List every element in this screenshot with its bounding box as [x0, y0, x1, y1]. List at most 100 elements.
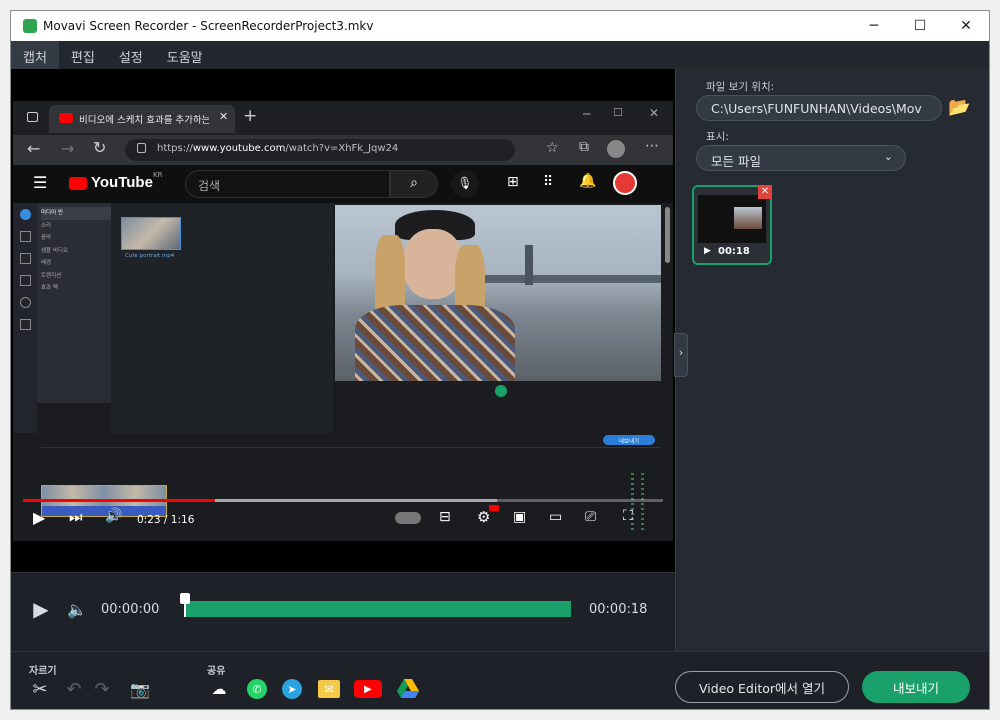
browser-menu-icon[interactable]: ⋯: [645, 138, 659, 154]
close-button[interactable]: ✕: [943, 11, 989, 41]
telegram-icon[interactable]: ➤: [282, 679, 302, 699]
whatsapp-icon[interactable]: ✆: [247, 679, 267, 699]
tab-actions-icon[interactable]: [27, 112, 38, 122]
delete-thumbnail-button[interactable]: ✕: [758, 185, 772, 199]
snapshot-icon[interactable]: 📷: [127, 678, 153, 700]
back-icon[interactable]: ←: [27, 139, 40, 158]
show-label: 표시:: [706, 131, 729, 143]
location-label: 파일 보기 위치:: [706, 81, 775, 93]
inner-timeline: 내보내기: [13, 433, 661, 541]
forward-icon[interactable]: →: [61, 139, 74, 158]
inner-panel-item: 트랜지션: [41, 272, 62, 279]
menu-settings[interactable]: 설정: [107, 41, 155, 69]
youtube-search-input[interactable]: 검색: [185, 170, 390, 198]
tab-close-icon[interactable]: ✕: [219, 110, 228, 123]
menu-capture[interactable]: 캡처: [11, 41, 59, 69]
inner-clip-thumbnail: [121, 217, 181, 250]
subtitles-icon[interactable]: ⊟: [439, 509, 451, 525]
miniplayer-icon[interactable]: ▣: [513, 509, 526, 525]
bottom-toolbar: 자르기 ✂ ↶ ↷ 📷 공유 ☁ ✆ ➤ ✉ ▶ Video Editor에서 …: [11, 651, 989, 709]
inner-tool-icon: [20, 231, 31, 242]
theater-icon[interactable]: ▭: [549, 509, 562, 525]
favorites-icon[interactable]: ☆: [546, 140, 559, 156]
menu-edit[interactable]: 편집: [59, 41, 107, 69]
inner-panel-item: 음악: [41, 235, 52, 241]
open-in-editor-button[interactable]: Video Editor에서 열기: [675, 671, 849, 703]
profile-avatar[interactable]: [607, 140, 625, 158]
timeline-playhead: [184, 603, 186, 617]
maximize-button[interactable]: ☐: [897, 11, 943, 41]
inner-tool-icon: [20, 253, 31, 264]
redo-icon[interactable]: ↷: [91, 678, 113, 700]
youtube-logo-text[interactable]: YouTube: [91, 174, 153, 191]
inner-clip-label: Cute portrait.mp4: [125, 253, 175, 259]
collections-icon[interactable]: ⧉: [579, 139, 589, 155]
browser-url-row: ← → ↻ https://www.youtube.com/watch?v=Xh…: [13, 135, 673, 165]
chevron-down-icon: ⌄: [883, 150, 893, 163]
hd-badge: [489, 505, 499, 511]
inner-tool-icon: [20, 275, 31, 286]
youtube-video[interactable]: 미디어 빈 소리 음악 샘플 비디오 배경 트랜지션 효과 팩 Cute portrait.…: [13, 203, 673, 541]
timeline-track[interactable]: [185, 601, 571, 617]
new-tab-button[interactable]: +: [243, 106, 257, 126]
thumbnail-preview: [734, 207, 762, 229]
inner-play-icon: [495, 385, 507, 397]
export-button[interactable]: 내보내기: [862, 671, 970, 703]
browser-tab-title: 비디오에 스케치 효과를 추가하는: [79, 115, 209, 126]
youtube-favicon-icon: [59, 113, 73, 123]
link-share-icon[interactable]: ☁: [207, 678, 231, 700]
inner-toolbar: [13, 203, 37, 433]
file-browser-pane: 파일 보기 위치: C:\Users\FUNFUNHAN\Videos\Mov …: [674, 69, 989, 651]
apps-icon[interactable]: ⠿: [543, 174, 553, 190]
url-prefix: https://: [157, 143, 193, 154]
browser-maximize-icon[interactable]: ☐: [613, 106, 623, 119]
inner-panel-item: 미디어 빈: [41, 207, 111, 220]
collapse-pane-button[interactable]: ›: [674, 333, 688, 377]
browser-tab[interactable]: 비디오에 스케치 효과를 추가하는 ✕: [49, 105, 235, 133]
inner-tool-icon: [20, 297, 31, 308]
youtube-logo-icon[interactable]: [69, 177, 87, 190]
youtube-progress-fill: [23, 499, 215, 502]
url-path: /watch?v=XhFk_Jqw24: [285, 143, 399, 154]
google-drive-icon[interactable]: [397, 678, 419, 700]
browser-scrollbar[interactable]: [665, 207, 670, 263]
youtube-share-icon[interactable]: ▶: [354, 680, 382, 698]
folder-icon[interactable]: 📂: [948, 97, 970, 118]
voice-search-icon[interactable]: 🎙: [451, 170, 479, 198]
cast-icon[interactable]: ⎚: [585, 509, 596, 525]
email-icon[interactable]: ✉: [318, 680, 340, 698]
video-preview: 비디오에 스케치 효과를 추가하는 ✕ + ─ ☐ ✕ ← → ↻ https:…: [11, 69, 675, 572]
minimize-button[interactable]: ─: [851, 11, 897, 41]
youtube-search-button[interactable]: ⌕: [390, 170, 438, 198]
youtube-region: KR: [153, 171, 163, 179]
inner-media-area: Cute portrait.mp4: [111, 203, 333, 433]
show-filter-dropdown[interactable]: 모든 파일 ⌄: [696, 145, 906, 171]
youtube-play-icon[interactable]: ▶: [33, 508, 45, 527]
browser-minimize-icon[interactable]: ─: [583, 107, 590, 121]
undo-icon[interactable]: ↶: [63, 678, 85, 700]
youtube-header: ☰ YouTube KR 검색 ⌕ 🎙 ⊞ ⠿ 🔔: [13, 165, 673, 203]
youtube-next-icon[interactable]: ⏭: [69, 508, 83, 526]
menu-help[interactable]: 도움말: [155, 41, 215, 69]
youtube-buffer-fill: [215, 499, 497, 502]
coat: [355, 305, 515, 381]
inner-export-button: 내보내기: [603, 435, 655, 445]
browser-close-icon[interactable]: ✕: [649, 106, 659, 120]
notifications-icon[interactable]: 🔔: [579, 173, 596, 189]
play-icon[interactable]: ▶: [31, 597, 51, 621]
refresh-icon[interactable]: ↻: [93, 138, 106, 157]
youtube-volume-icon[interactable]: 🔊: [105, 508, 122, 524]
hamburger-icon[interactable]: ☰: [33, 173, 47, 192]
inner-level-meter: [641, 473, 644, 533]
fullscreen-icon[interactable]: ⛶: [623, 508, 633, 524]
inner-preview-controls: [335, 381, 661, 405]
location-field[interactable]: C:\Users\FUNFUNHAN\Videos\Mov: [696, 95, 942, 121]
create-icon[interactable]: ⊞: [507, 174, 519, 190]
volume-icon[interactable]: 🔈: [63, 597, 91, 621]
youtube-progress-track[interactable]: [23, 499, 663, 502]
youtube-avatar[interactable]: [613, 171, 637, 195]
duration: 00:00:18: [589, 602, 648, 617]
address-bar[interactable]: https://www.youtube.com/watch?v=XhFk_Jqw…: [125, 139, 515, 161]
autoplay-toggle[interactable]: [395, 512, 421, 524]
scissors-icon[interactable]: ✂: [29, 678, 51, 700]
